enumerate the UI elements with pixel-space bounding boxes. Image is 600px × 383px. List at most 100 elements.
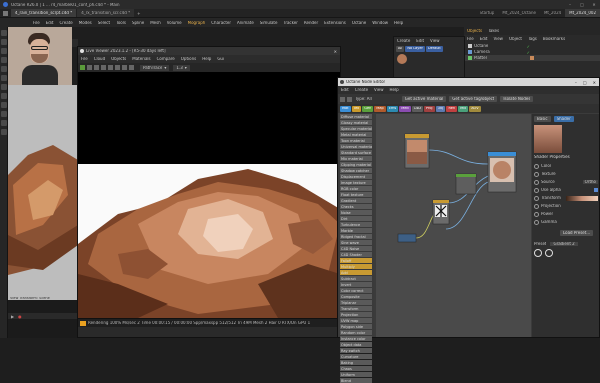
node-list-item[interactable]: C4D Noise <box>340 246 372 251</box>
property-row[interactable]: Source Ortho <box>534 178 598 186</box>
node-list-item[interactable]: Sine wave <box>340 240 372 245</box>
ne-menu-edit[interactable]: Edit <box>338 88 352 92</box>
undo-icon[interactable] <box>1 30 7 36</box>
menu-render[interactable]: Render <box>301 21 321 25</box>
filter-all[interactable]: All <box>396 45 405 52</box>
region-icon[interactable] <box>115 65 120 70</box>
node-list-item[interactable]: Metal material <box>340 132 372 137</box>
play-icon[interactable]: ▶ <box>11 314 14 319</box>
move-icon[interactable] <box>1 39 7 45</box>
render-canvas[interactable] <box>78 164 340 318</box>
node-graph-canvas[interactable] <box>376 114 531 337</box>
layout-tab-startup[interactable]: Startup <box>476 9 499 17</box>
mix-node[interactable] <box>455 173 477 195</box>
send-scene-icon[interactable] <box>80 65 85 70</box>
node-list-item[interactable]: Color correct <box>340 288 372 293</box>
om-menu-file[interactable]: File <box>464 37 477 41</box>
material-node[interactable] <box>487 151 517 193</box>
lock-icon[interactable] <box>108 65 113 70</box>
tab-objects[interactable]: Objects <box>464 29 485 33</box>
list-view-icon[interactable] <box>347 96 352 102</box>
edges-mode-icon[interactable] <box>1 84 7 90</box>
minimize-icon[interactable]: – <box>564 2 576 7</box>
node-list-item[interactable]: Noise <box>340 210 372 215</box>
node-list-item[interactable]: Displacement <box>340 174 372 179</box>
om-menu-tags[interactable]: Tags <box>525 37 540 41</box>
menu-tools[interactable]: Tools <box>113 21 129 25</box>
noise-texture-node[interactable] <box>432 199 450 225</box>
node-list-item[interactable]: RGB color <box>340 186 372 191</box>
load-preset-button[interactable]: Load Preset... <box>560 230 594 236</box>
menu-help[interactable]: Help <box>391 21 406 25</box>
menu-edit[interactable]: Edit <box>43 21 57 25</box>
layout-tab-mt2024-002[interactable]: Mt_2024_002 <box>565 9 600 17</box>
transform-node[interactable] <box>397 233 417 243</box>
menu-octane[interactable]: Octane <box>349 21 369 25</box>
node-list-item[interactable]: Dirt <box>340 216 372 221</box>
property-row[interactable]: Projection <box>534 202 598 210</box>
layout-tab-octane[interactable]: Mt_2024_Octane <box>498 9 540 17</box>
node-list-item[interactable]: Specular material <box>340 126 372 131</box>
node-list-item[interactable]: Clipping material <box>340 162 372 167</box>
node-list-item[interactable]: Shadow catcher <box>340 168 372 173</box>
node-list-item[interactable]: Multiply <box>340 264 372 269</box>
node-list-item[interactable]: Gradient <box>340 198 372 203</box>
node-list-item[interactable]: Polygon side <box>340 324 372 329</box>
paste-icon[interactable] <box>545 249 553 257</box>
chip-tex[interactable]: Tex <box>351 105 362 112</box>
add-tab-icon[interactable]: + <box>137 11 140 16</box>
minimize-icon[interactable]: – <box>575 80 577 85</box>
menu-simulate[interactable]: Simulate <box>257 21 281 25</box>
node-list-item[interactable]: Universal material <box>340 144 372 149</box>
node-list-item[interactable]: C4D Shader <box>340 252 372 257</box>
om-menu-view[interactable]: View <box>490 37 506 41</box>
restart-icon[interactable] <box>87 65 92 70</box>
node-list-item[interactable]: Composite <box>340 294 372 299</box>
menu-tracker[interactable]: Tracker <box>280 21 300 25</box>
material-thumbnail[interactable] <box>397 54 407 64</box>
node-list-item[interactable]: Falloff <box>340 258 372 263</box>
property-row[interactable]: Gamma <box>534 218 598 226</box>
maximize-icon[interactable]: □ <box>576 2 588 7</box>
node-list-item[interactable]: Chaos <box>340 366 372 371</box>
chip-mix[interactable]: Mix <box>458 105 469 112</box>
property-row[interactable]: Power <box>534 210 598 218</box>
rotate-icon[interactable] <box>1 57 7 63</box>
gradient-node[interactable] <box>404 133 430 169</box>
node-list-item[interactable]: Turbulence <box>340 222 372 227</box>
lv-menu-cloud[interactable]: Cloud <box>91 57 108 61</box>
node-list-item[interactable]: Object data <box>340 342 372 347</box>
node-list-item[interactable]: Subtract <box>340 276 372 281</box>
pause-icon[interactable] <box>94 65 99 70</box>
model-mode-icon[interactable] <box>1 102 7 108</box>
copy-icon[interactable] <box>534 249 542 257</box>
editor-viewport[interactable]: View Transform: Scene ▶ ● <box>8 85 78 338</box>
menu-select[interactable]: Select <box>95 21 113 25</box>
om-menu-bookmarks[interactable]: Bookmarks <box>540 37 568 41</box>
node-list-item[interactable]: Standard surface <box>340 150 372 155</box>
menu-window[interactable]: Window <box>369 21 391 25</box>
stop-icon[interactable] <box>101 65 106 70</box>
object-row[interactable]: Platter <box>464 55 600 61</box>
close-live-viewer-icon[interactable]: ✕ <box>334 49 337 54</box>
select-icon[interactable] <box>1 66 7 72</box>
node-list-item[interactable]: Random color <box>340 330 372 335</box>
ne-menu-help[interactable]: Help <box>387 88 402 92</box>
isolate-nodes-button[interactable]: Isolate Nodes <box>500 96 534 102</box>
property-row[interactable]: Color <box>534 162 598 170</box>
property-row[interactable]: Texture <box>534 170 598 178</box>
chip-map[interactable]: Map <box>374 105 386 112</box>
mm-menu-create[interactable]: Create <box>394 39 413 43</box>
chip-aov[interactable]: AOV <box>469 105 481 112</box>
menu-extensions[interactable]: Extensions <box>321 21 349 25</box>
property-row[interactable]: Use alpha <box>534 186 598 194</box>
chip-obj[interactable]: Obj <box>435 105 446 112</box>
chip-ems[interactable]: Ems <box>386 105 399 112</box>
lv-menu-materials[interactable]: Materials <box>129 57 153 61</box>
snap-icon[interactable] <box>1 111 7 117</box>
record-icon[interactable]: ● <box>18 314 22 319</box>
home-icon[interactable] <box>3 10 8 16</box>
mm-menu-edit[interactable]: Edit <box>413 39 427 43</box>
chip-mat[interactable]: Mat <box>340 105 351 112</box>
node-list-item[interactable]: Mix material <box>340 156 372 161</box>
